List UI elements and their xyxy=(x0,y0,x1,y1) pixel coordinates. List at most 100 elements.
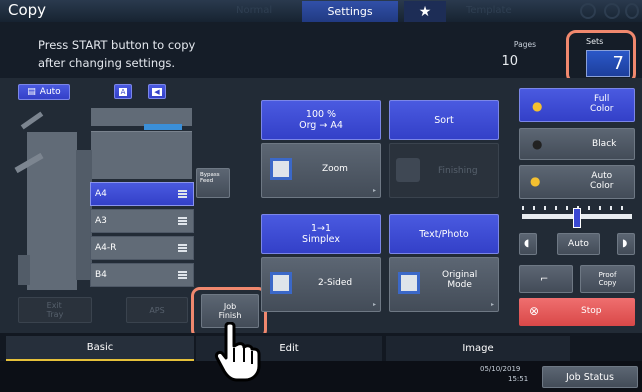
auto-color-icon: ● xyxy=(530,174,541,188)
tray-icon xyxy=(178,244,187,252)
home-icon[interactable] xyxy=(580,3,596,19)
pages-value: 10 xyxy=(501,54,518,69)
zoom-icon xyxy=(270,158,292,180)
paper-a-label: A xyxy=(118,87,128,96)
auto-color-button[interactable]: ● Auto Color xyxy=(519,165,635,199)
help-icon[interactable] xyxy=(625,3,639,19)
aps-button[interactable]: APS xyxy=(126,297,188,323)
original-mode-icon xyxy=(398,272,420,294)
proof-copy-button[interactable]: Proof Copy xyxy=(580,265,635,293)
full-color-label: Full Color xyxy=(590,94,614,114)
job-status-button[interactable]: Job Status xyxy=(542,366,638,388)
zoom-button[interactable]: Zoom ▸ xyxy=(261,143,381,198)
tray-b4[interactable]: B4 xyxy=(90,263,194,287)
sort-label: Sort xyxy=(434,114,454,126)
zoom-org-to: Org → A4 xyxy=(299,120,343,131)
darker-icon: ◗ xyxy=(622,238,628,249)
finisher-foot xyxy=(18,255,30,285)
tray-a4[interactable]: A4 xyxy=(90,182,194,206)
density-darker-button[interactable]: ◗ xyxy=(617,233,635,255)
orientation-icon: ◀ xyxy=(152,87,162,96)
exit-tray-label: Exit Tray xyxy=(46,301,64,319)
star-icon: ★ xyxy=(418,3,432,20)
tab-basic[interactable]: Basic xyxy=(6,336,194,361)
duplex-mode: 1→1 xyxy=(310,223,332,234)
tray-a4r-label: A4-R xyxy=(95,243,117,253)
full-color-button[interactable]: ● Full Color xyxy=(519,88,635,122)
more-indicator: ▸ xyxy=(372,301,376,308)
two-sided-label: 2-Sided xyxy=(318,278,353,288)
tab-settings[interactable]: Settings xyxy=(302,1,398,22)
tray-b4-label: B4 xyxy=(95,270,107,280)
more-indicator: ▸ xyxy=(372,187,376,194)
tray-a3[interactable]: A3 xyxy=(90,209,194,233)
zoom-ratio-display[interactable]: 100 % Org → A4 xyxy=(261,100,381,140)
original-mode-button[interactable]: Original Mode ▸ xyxy=(389,257,499,312)
paper-icon: ▤ xyxy=(27,87,36,97)
text-photo-display[interactable]: Text/Photo xyxy=(389,214,499,254)
sets-label: Sets xyxy=(586,37,604,46)
tab-template[interactable]: Template xyxy=(466,5,512,16)
tray-a4-label: A4 xyxy=(95,189,107,199)
full-color-icon: ● xyxy=(532,99,543,113)
tab-edit-label: Edit xyxy=(279,343,299,354)
density-lighter-button[interactable]: ◖ xyxy=(519,233,537,255)
duplex-mode-display[interactable]: 1→1 Simplex xyxy=(261,214,381,254)
tab-image-label: Image xyxy=(462,343,494,354)
duplex-simplex: Simplex xyxy=(302,234,340,245)
density-auto-button[interactable]: Auto xyxy=(557,233,600,255)
tab-basic-label: Basic xyxy=(86,342,114,353)
job-status-label: Job Status xyxy=(566,371,614,383)
density-auto-label: Auto xyxy=(568,239,589,249)
black-color-icon: ● xyxy=(532,137,543,151)
status-date: 05/10/2019 xyxy=(480,365,521,373)
message-line-2: after changing settings. xyxy=(38,56,176,70)
more-indicator: ▸ xyxy=(490,301,494,308)
original-mode-label: Original Mode xyxy=(442,270,478,290)
finishing-icon xyxy=(396,158,420,182)
user-icon[interactable] xyxy=(604,3,620,19)
auto-paper-label: Auto xyxy=(39,87,61,97)
hand-pointer-icon xyxy=(215,322,261,382)
interrupt-icon: ⌐ xyxy=(540,274,549,285)
sort-button[interactable]: Sort xyxy=(389,100,499,140)
finishing-label: Finishing xyxy=(438,166,478,176)
tab-settings-label: Settings xyxy=(327,5,373,18)
text-photo-label: Text/Photo xyxy=(419,228,469,240)
paper-orientation-button[interactable]: ◀ xyxy=(148,84,166,99)
lighter-icon: ◖ xyxy=(524,238,530,249)
paper-a-button[interactable]: A xyxy=(114,84,132,99)
auto-color-label: Auto Color xyxy=(590,171,614,191)
app-title: Copy xyxy=(8,1,47,19)
interrupt-button[interactable]: ⌐ xyxy=(519,265,573,293)
stop-button[interactable]: ⊗ Stop xyxy=(519,298,635,326)
two-sided-button[interactable]: 2-Sided ▸ xyxy=(261,257,381,312)
stop-label: Stop xyxy=(581,306,602,316)
auto-paper-button[interactable]: ▤ Auto xyxy=(18,84,70,100)
tab-favorites[interactable]: ★ xyxy=(404,1,446,22)
tray-icon xyxy=(178,190,187,198)
bypass-feed-button[interactable]: Bypass Feed xyxy=(196,168,230,198)
tab-normal[interactable]: Normal xyxy=(236,5,272,16)
stop-icon: ⊗ xyxy=(529,304,540,318)
black-button[interactable]: ● Black xyxy=(519,128,635,160)
aps-label: APS xyxy=(149,305,165,315)
message-line-1: Press START button to copy xyxy=(38,38,196,52)
tray-a3-label: A3 xyxy=(95,216,107,226)
tray-icon xyxy=(178,271,187,279)
density-thumb[interactable] xyxy=(573,208,581,228)
tray-a4r[interactable]: A4-R xyxy=(90,236,194,260)
tab-image[interactable]: Image xyxy=(386,336,570,361)
printer-body xyxy=(91,131,192,179)
pages-label: Pages xyxy=(513,40,536,49)
zoom-percent: 100 % xyxy=(305,109,337,120)
exit-tray-button[interactable]: Exit Tray xyxy=(18,297,92,323)
black-label: Black xyxy=(592,139,617,149)
sets-field[interactable]: 7 xyxy=(586,50,630,77)
zoom-label: Zoom xyxy=(322,164,348,174)
status-time: 15:51 xyxy=(508,375,529,383)
two-sided-icon xyxy=(270,272,292,294)
tray-icon xyxy=(178,217,187,225)
display-strip xyxy=(144,124,182,130)
finishing-button[interactable]: Finishing xyxy=(389,143,499,198)
